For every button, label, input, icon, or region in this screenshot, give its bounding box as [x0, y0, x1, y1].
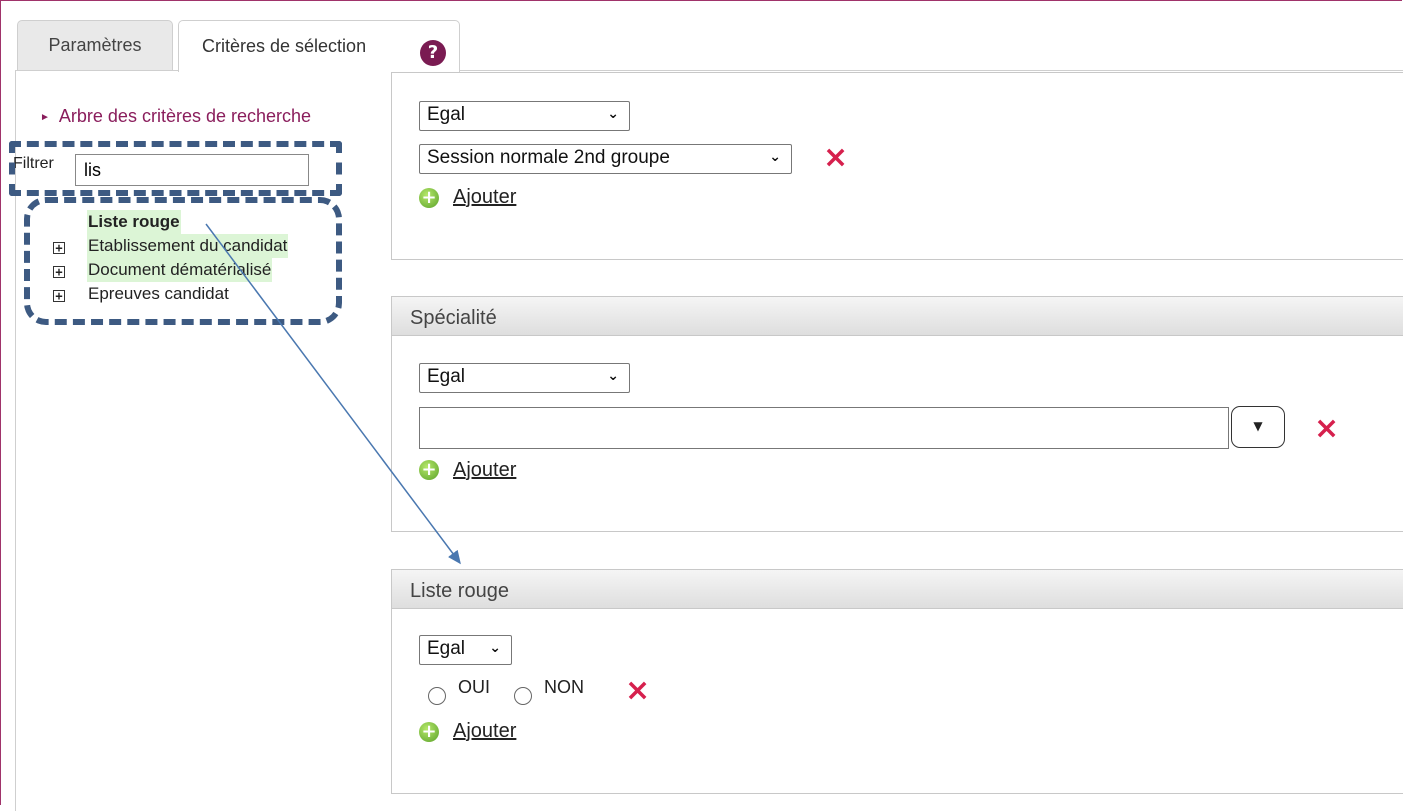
- add-link[interactable]: Ajouter: [453, 720, 516, 743]
- value-select-value: Session normale 2nd groupe: [427, 147, 670, 168]
- chevron-down-icon: ⌄: [607, 106, 619, 122]
- add-icon[interactable]: +: [419, 722, 439, 742]
- panel-title: Liste rouge: [410, 580, 509, 602]
- tree-title[interactable]: ► Arbre des critères de recherche: [40, 106, 311, 127]
- panel-title: Spécialité: [410, 307, 497, 329]
- operator-select-value: Egal: [427, 366, 466, 387]
- panel-header-specialite: Spécialité: [391, 296, 1403, 336]
- panel-header-liste-rouge: Liste rouge: [391, 569, 1403, 609]
- operator-select[interactable]: Egal ⌄: [419, 363, 630, 393]
- tab-parametres[interactable]: Paramètres: [17, 20, 173, 70]
- remove-icon[interactable]: ×: [823, 143, 848, 173]
- radio-non[interactable]: [514, 687, 532, 705]
- tab-criteres-label: Critères de sélection: [202, 36, 367, 56]
- add-icon[interactable]: +: [419, 188, 439, 208]
- tab-criteres-selection[interactable]: Critères de sélection: [178, 20, 460, 72]
- tab-parametres-label: Paramètres: [48, 35, 142, 55]
- annotation-filter-highlight: [9, 141, 342, 196]
- tree-title-label: Arbre des critères de recherche: [58, 106, 312, 126]
- add-link[interactable]: Ajouter: [453, 186, 516, 209]
- combo-dropdown-button[interactable]: ▼: [1231, 406, 1285, 448]
- remove-icon[interactable]: ×: [625, 676, 650, 706]
- criteria-panel-liste-rouge: [391, 608, 1403, 794]
- add-link[interactable]: Ajouter: [453, 459, 516, 482]
- chevron-down-icon: ⌄: [607, 368, 619, 384]
- chevron-down-icon: ⌄: [489, 640, 501, 656]
- operator-select-value: Egal: [427, 638, 466, 659]
- specialite-input[interactable]: [419, 407, 1229, 449]
- radio-non-label: NON: [544, 677, 584, 697]
- help-icon[interactable]: ?: [420, 40, 446, 66]
- add-icon[interactable]: +: [419, 460, 439, 480]
- remove-icon[interactable]: ×: [1314, 414, 1339, 444]
- caret-right-icon: ►: [40, 112, 50, 123]
- operator-select-value: Egal: [427, 104, 466, 125]
- radio-oui-label: OUI: [458, 677, 491, 697]
- operator-select[interactable]: Egal ⌄: [419, 635, 512, 665]
- chevron-down-icon: ⌄: [769, 149, 781, 165]
- operator-select[interactable]: Egal ⌄: [419, 101, 630, 131]
- value-select[interactable]: Session normale 2nd groupe ⌄: [419, 144, 792, 174]
- radio-oui[interactable]: [428, 687, 446, 705]
- annotation-tree-highlight: [24, 197, 342, 325]
